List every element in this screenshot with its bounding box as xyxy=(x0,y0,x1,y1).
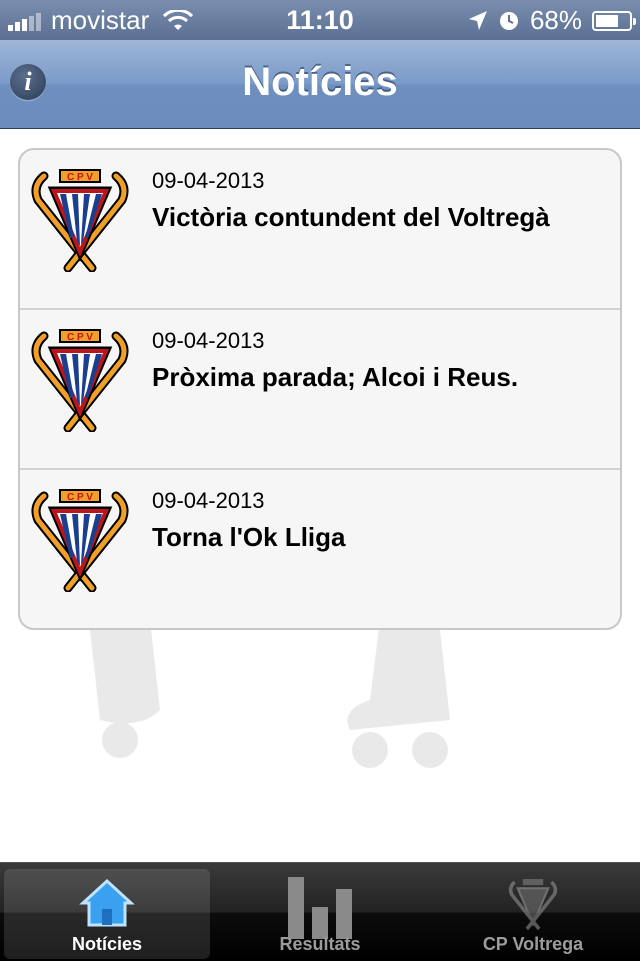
location-arrow-icon xyxy=(468,10,487,30)
tab-label: Resultats xyxy=(279,934,361,954)
news-date: 09-04-2013 xyxy=(152,328,265,353)
home-icon xyxy=(79,878,135,927)
news-title: Pròxima parada; Alcoi i Reus. xyxy=(152,362,519,392)
navigation-bar: i Notícies xyxy=(0,40,640,129)
news-item[interactable]: 09-04-2013 Pròxima parada; Alcoi i Reus. xyxy=(20,310,620,470)
bar-chart-icon xyxy=(288,877,352,939)
news-date: 09-04-2013 xyxy=(152,488,265,513)
news-item[interactable]: 09-04-2013 Torna l'Ok Lliga xyxy=(20,470,620,630)
battery-fill xyxy=(596,14,618,27)
tab-label: Notícies xyxy=(71,934,143,954)
tab-resultats[interactable]: Resultats xyxy=(217,869,423,959)
roller-skate-watermark xyxy=(90,616,450,768)
news-title: Victòria contundent del Voltregà xyxy=(152,202,550,232)
tab-bar: Notícies Resultats CP Voltrega xyxy=(0,862,640,961)
status-bar: movistar 11:10 68% xyxy=(0,0,640,40)
club-crest-icon xyxy=(30,486,130,592)
news-item[interactable]: 09-04-2013 Victòria contundent del Voltr… xyxy=(20,150,620,310)
battery-icon xyxy=(592,10,636,31)
club-crest-icon xyxy=(30,166,130,272)
alarm-clock-icon xyxy=(499,11,518,30)
club-crest-icon xyxy=(508,879,558,931)
club-crest-icon xyxy=(30,326,130,432)
news-title: Torna l'Ok Lliga xyxy=(152,522,346,552)
battery-percent: 68% xyxy=(529,5,582,35)
page-title: Notícies xyxy=(242,60,398,104)
news-list: 09-04-2013 Victòria contundent del Voltr… xyxy=(18,148,622,630)
tab-noticies[interactable]: Notícies xyxy=(4,869,210,959)
news-date: 09-04-2013 xyxy=(152,168,265,193)
tab-cp-voltrega[interactable]: CP Voltrega xyxy=(430,869,636,959)
tab-label: CP Voltrega xyxy=(482,934,584,954)
